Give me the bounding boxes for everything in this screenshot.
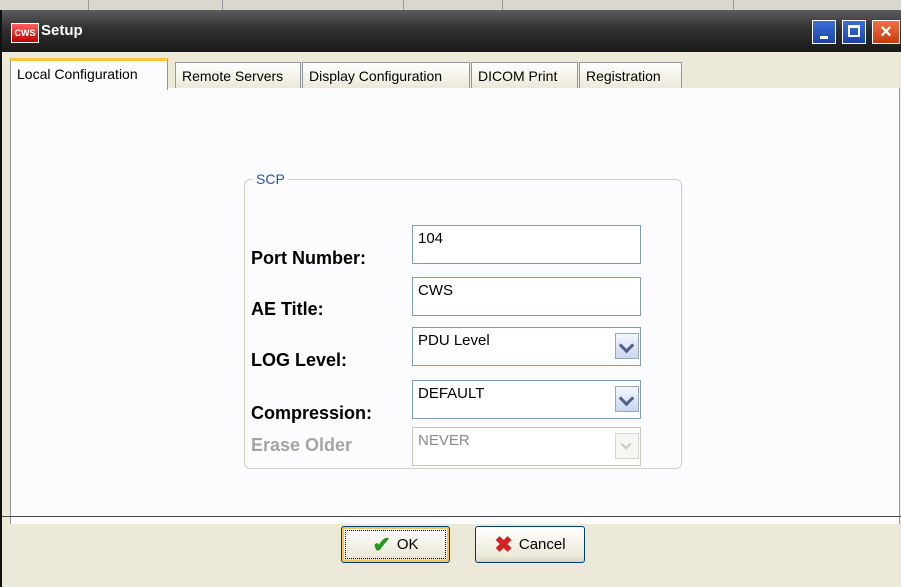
minimize-icon (820, 36, 828, 39)
tab-label: Local Configuration (17, 66, 138, 82)
cancel-x-icon: ✖ (494, 531, 513, 557)
compression-dropdown-button[interactable] (615, 386, 639, 412)
background-window-strip (0, 0, 901, 10)
compression-select[interactable]: DEFAULT (412, 380, 641, 419)
ae-title-value: CWS (418, 282, 453, 299)
port-number-value: 104 (418, 230, 444, 247)
chevron-down-icon (618, 390, 635, 407)
background-segment (503, 0, 734, 10)
ok-button-label: OK (396, 536, 419, 553)
tab-label: Registration (586, 68, 661, 84)
ok-button[interactable]: ✔ OK (341, 526, 450, 563)
port-number-input[interactable]: 104 (412, 225, 641, 264)
log-level-select[interactable]: PDU Level (412, 327, 641, 366)
tab-registration[interactable]: Registration (579, 62, 682, 88)
check-icon: ✔ (372, 531, 391, 557)
cancel-button-label: Cancel (518, 536, 566, 553)
erase-older-select: NEVER (412, 427, 641, 466)
compression-value: DEFAULT (418, 385, 485, 402)
window-title: Setup (41, 22, 83, 39)
close-button[interactable]: × (872, 20, 900, 44)
tab-dicom-print[interactable]: DICOM Print (471, 62, 578, 88)
erase-older-label: Erase Older (251, 435, 353, 455)
tab-label: Display Configuration (309, 68, 443, 84)
tab-label: DICOM Print (478, 68, 558, 84)
maximize-button[interactable] (842, 20, 866, 44)
cws-app-icon: CWS (11, 23, 39, 43)
scp-legend: SCP (253, 171, 288, 187)
cancel-button[interactable]: ✖ Cancel (475, 526, 585, 563)
log-level-value: PDU Level (418, 332, 490, 349)
background-segment (404, 0, 503, 10)
erase-older-dropdown-button (615, 433, 639, 459)
tab-remote-servers[interactable]: Remote Servers (175, 62, 301, 88)
minimize-button[interactable] (812, 20, 836, 44)
chevron-down-icon (620, 438, 632, 450)
tab-local-configuration[interactable]: Local Configuration (10, 58, 168, 90)
footer-divider (2, 516, 901, 517)
ae-title-input[interactable]: CWS (412, 277, 641, 316)
local-configuration-panel: SCP Port Number: 104 AE Title: CWS LOG L… (10, 88, 900, 524)
chevron-down-icon (618, 337, 635, 354)
title-bar[interactable]: CWS Setup × (2, 10, 901, 52)
log-level-dropdown-button[interactable] (615, 333, 639, 359)
tab-display-configuration[interactable]: Display Configuration (302, 62, 470, 88)
setup-window: CWS Setup × Local Configuration Remote S… (0, 10, 901, 587)
maximize-icon (848, 25, 860, 37)
scp-groupbox: SCP Port Number: 104 AE Title: CWS LOG L… (244, 171, 682, 469)
close-icon: × (880, 21, 892, 43)
background-segment (89, 0, 223, 10)
tab-label: Remote Servers (182, 68, 284, 84)
ae-title-label: AE Title: (251, 299, 324, 319)
erase-older-value: NEVER (418, 432, 470, 449)
background-segment (223, 0, 404, 10)
port-number-label: Port Number: (251, 248, 367, 268)
log-level-label: LOG Level: (251, 350, 348, 370)
background-segment (0, 0, 89, 10)
compression-label: Compression: (251, 403, 373, 423)
